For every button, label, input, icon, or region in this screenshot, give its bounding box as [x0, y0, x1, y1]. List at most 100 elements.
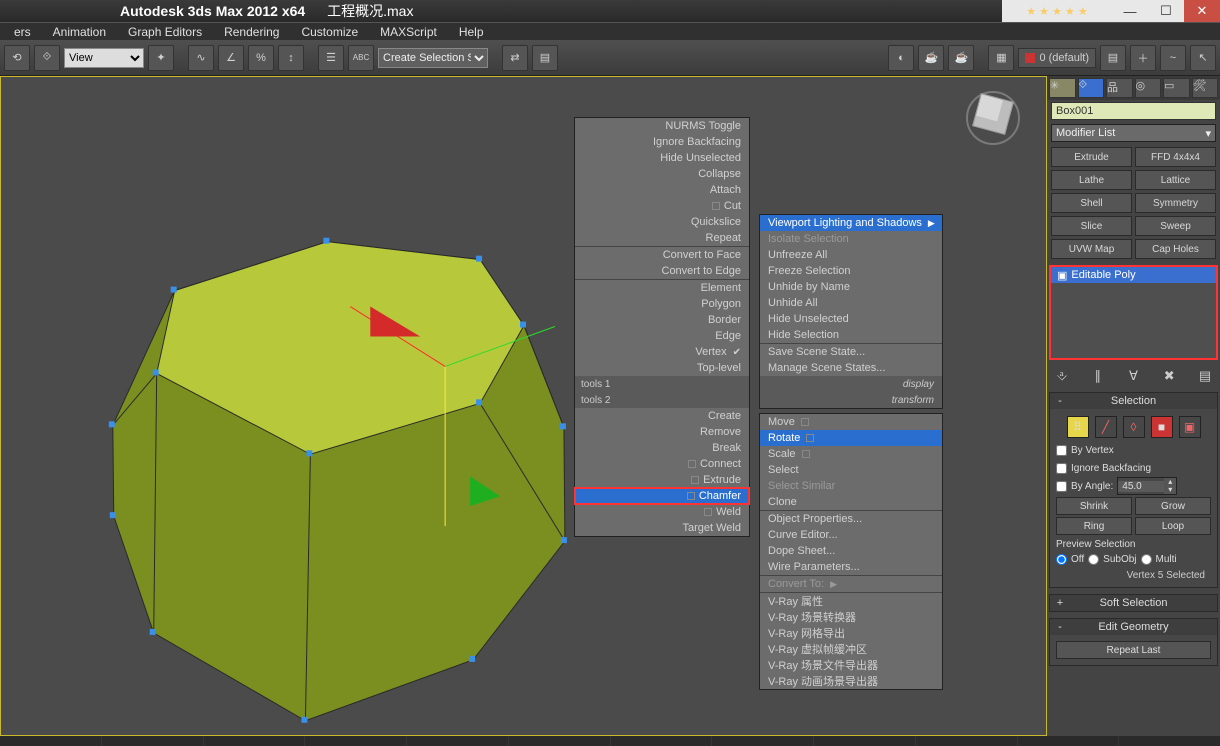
percent-snap-icon[interactable]: %	[248, 45, 274, 71]
ctx-unhide-all[interactable]: Unhide All	[760, 295, 942, 311]
ctx-unfreeze-all[interactable]: Unfreeze All	[760, 247, 942, 263]
maximize-button[interactable]: ☐	[1148, 0, 1184, 22]
btn-repeat-last[interactable]: Repeat Last	[1056, 641, 1211, 659]
ctx-select[interactable]: Select	[760, 462, 942, 478]
radio-subobj[interactable]	[1088, 554, 1099, 565]
minimize-button[interactable]: —	[1112, 0, 1148, 22]
menu-ers[interactable]: ers	[4, 25, 41, 39]
ctx-vray-props[interactable]: V-Ray 属性	[760, 593, 942, 609]
layer-manager-icon[interactable]: ▦	[988, 45, 1014, 71]
ctx-vray-scene-export[interactable]: V-Ray 场景文件导出器	[760, 657, 942, 673]
so-element[interactable]: ▣	[1179, 416, 1201, 438]
snap-toggle-icon[interactable]: ∿	[188, 45, 214, 71]
curve-editor-icon[interactable]: ~	[1160, 45, 1186, 71]
ctx-cut-small[interactable]: Cut	[575, 198, 749, 214]
undo-icon[interactable]: ⟲	[4, 45, 30, 71]
ctx-convert-face[interactable]: Convert to Face	[575, 247, 749, 263]
mod-extrude[interactable]: Extrude	[1051, 147, 1132, 167]
align-icon[interactable]: ▤	[532, 45, 558, 71]
mod-symmetry[interactable]: Symmetry	[1135, 193, 1216, 213]
ctx-ignore-backfacing[interactable]: Ignore Backfacing	[575, 134, 749, 150]
mod-uvwmap[interactable]: UVW Map	[1051, 239, 1132, 259]
rollup-edit-geometry-head[interactable]: -Edit Geometry	[1050, 619, 1217, 635]
ctx-collapse[interactable]: Collapse	[575, 166, 749, 182]
ctx-connect[interactable]: Connect	[575, 456, 749, 472]
btn-shrink[interactable]: Shrink	[1056, 497, 1132, 515]
angle-spinner[interactable]: 45.0▴▾	[1117, 477, 1177, 495]
ctx-hide-selection[interactable]: Hide Selection	[760, 327, 942, 343]
menu-help[interactable]: Help	[449, 25, 494, 39]
ctx-weld[interactable]: Weld	[575, 504, 749, 520]
ctx-repeat[interactable]: Repeat	[575, 230, 749, 246]
teapot-icon[interactable]: ☕	[918, 45, 944, 71]
ctx-attach[interactable]: Attach	[575, 182, 749, 198]
tab-display[interactable]: ▭	[1163, 78, 1190, 98]
ctx-hide-unselected[interactable]: Hide Unselected	[575, 150, 749, 166]
so-border[interactable]: ◊	[1123, 416, 1145, 438]
ctx-hide-unselected2[interactable]: Hide Unselected	[760, 311, 942, 327]
ctx-vertex[interactable]: Vertex✔	[575, 344, 749, 360]
ctx-extrude[interactable]: Extrude	[575, 472, 749, 488]
btn-ring[interactable]: Ring	[1056, 517, 1132, 535]
ctx-vray-anim-export[interactable]: V-Ray 动画场景导出器	[760, 673, 942, 689]
teapot2-icon[interactable]: ☕	[948, 45, 974, 71]
mod-shell[interactable]: Shell	[1051, 193, 1132, 213]
menu-maxscript[interactable]: MAXScript	[370, 25, 447, 39]
ctx-rotate[interactable]: Rotate	[760, 430, 942, 446]
mod-ffd[interactable]: FFD 4x4x4	[1135, 147, 1216, 167]
material-editor-icon[interactable]: ◐	[888, 45, 914, 71]
spinner-snap-icon[interactable]: ↕	[278, 45, 304, 71]
ctx-edge[interactable]: Edge	[575, 328, 749, 344]
mirror-icon[interactable]: ⇄	[502, 45, 528, 71]
stack-editable-poly[interactable]: ▣Editable Poly	[1051, 267, 1216, 283]
menu-rendering[interactable]: Rendering	[214, 25, 289, 39]
ctx-clone[interactable]: Clone	[760, 494, 942, 510]
ctx-freeze-selection[interactable]: Freeze Selection	[760, 263, 942, 279]
ctx-vray-vfb[interactable]: V-Ray 虚拟帧缓冲区	[760, 641, 942, 657]
pin-stack-icon[interactable]: ⎀	[1053, 367, 1071, 385]
so-polygon[interactable]: ■	[1151, 416, 1173, 438]
ctx-curve-editor[interactable]: Curve Editor...	[760, 527, 942, 543]
menu-graph-editors[interactable]: Graph Editors	[118, 25, 212, 39]
object-name-input[interactable]	[1051, 102, 1216, 120]
angle-snap-icon[interactable]: ∠	[218, 45, 244, 71]
ctx-chamfer[interactable]: Chamfer	[575, 488, 749, 504]
opt-by-vertex[interactable]: By Vertex	[1056, 441, 1211, 459]
ctx-isolate-selection[interactable]: Isolate Selection	[760, 231, 942, 247]
opt-by-angle[interactable]: By Angle: 45.0▴▾	[1056, 477, 1211, 495]
configure-sets-icon[interactable]: ▤	[1196, 367, 1214, 385]
named-sel-icon[interactable]: ☰	[318, 45, 344, 71]
ctx-convert-to[interactable]: Convert To:▶	[760, 576, 942, 592]
axis-icon[interactable]: ✦	[148, 45, 174, 71]
ctx-quickslice[interactable]: Quickslice	[575, 214, 749, 230]
menu-customize[interactable]: Customize	[291, 25, 368, 39]
view-cube[interactable]	[958, 83, 1028, 153]
ctx-wire-params[interactable]: Wire Parameters...	[760, 559, 942, 575]
rollup-selection-head[interactable]: -Selection	[1050, 393, 1217, 409]
ctx-remove[interactable]: Remove	[575, 424, 749, 440]
make-unique-icon[interactable]: ∀	[1125, 367, 1143, 385]
close-button[interactable]: ✕	[1184, 0, 1220, 22]
add-layer-icon[interactable]: ＋	[1130, 45, 1156, 71]
ctx-nurms-toggle[interactable]: NURMS Toggle	[575, 118, 749, 134]
ctx-object-properties[interactable]: Object Properties...	[760, 511, 942, 527]
show-end-result-icon[interactable]: ∥	[1089, 367, 1107, 385]
mod-slice[interactable]: Slice	[1051, 216, 1132, 236]
open-layer-icon[interactable]: ▤	[1100, 45, 1126, 71]
cursor-icon[interactable]: ↖	[1190, 45, 1216, 71]
ctx-dope-sheet[interactable]: Dope Sheet...	[760, 543, 942, 559]
tab-modify[interactable]: ⟐	[1078, 78, 1105, 98]
tab-hierarchy[interactable]: 品	[1106, 78, 1133, 98]
modifier-list-select[interactable]: Modifier List▾	[1051, 124, 1216, 142]
mod-sweep[interactable]: Sweep	[1135, 216, 1216, 236]
viewport[interactable]: NURMS Toggle Ignore Backfacing Hide Unse…	[0, 76, 1047, 736]
radio-off[interactable]	[1056, 554, 1067, 565]
mod-lattice[interactable]: Lattice	[1135, 170, 1216, 190]
ctx-create[interactable]: Create	[575, 408, 749, 424]
btn-loop[interactable]: Loop	[1135, 517, 1211, 535]
ctx-break[interactable]: Break	[575, 440, 749, 456]
tab-motion[interactable]: ◎	[1135, 78, 1162, 98]
mod-lathe[interactable]: Lathe	[1051, 170, 1132, 190]
tab-create[interactable]: ✳	[1049, 78, 1076, 98]
ctx-move[interactable]: Move	[760, 414, 942, 430]
